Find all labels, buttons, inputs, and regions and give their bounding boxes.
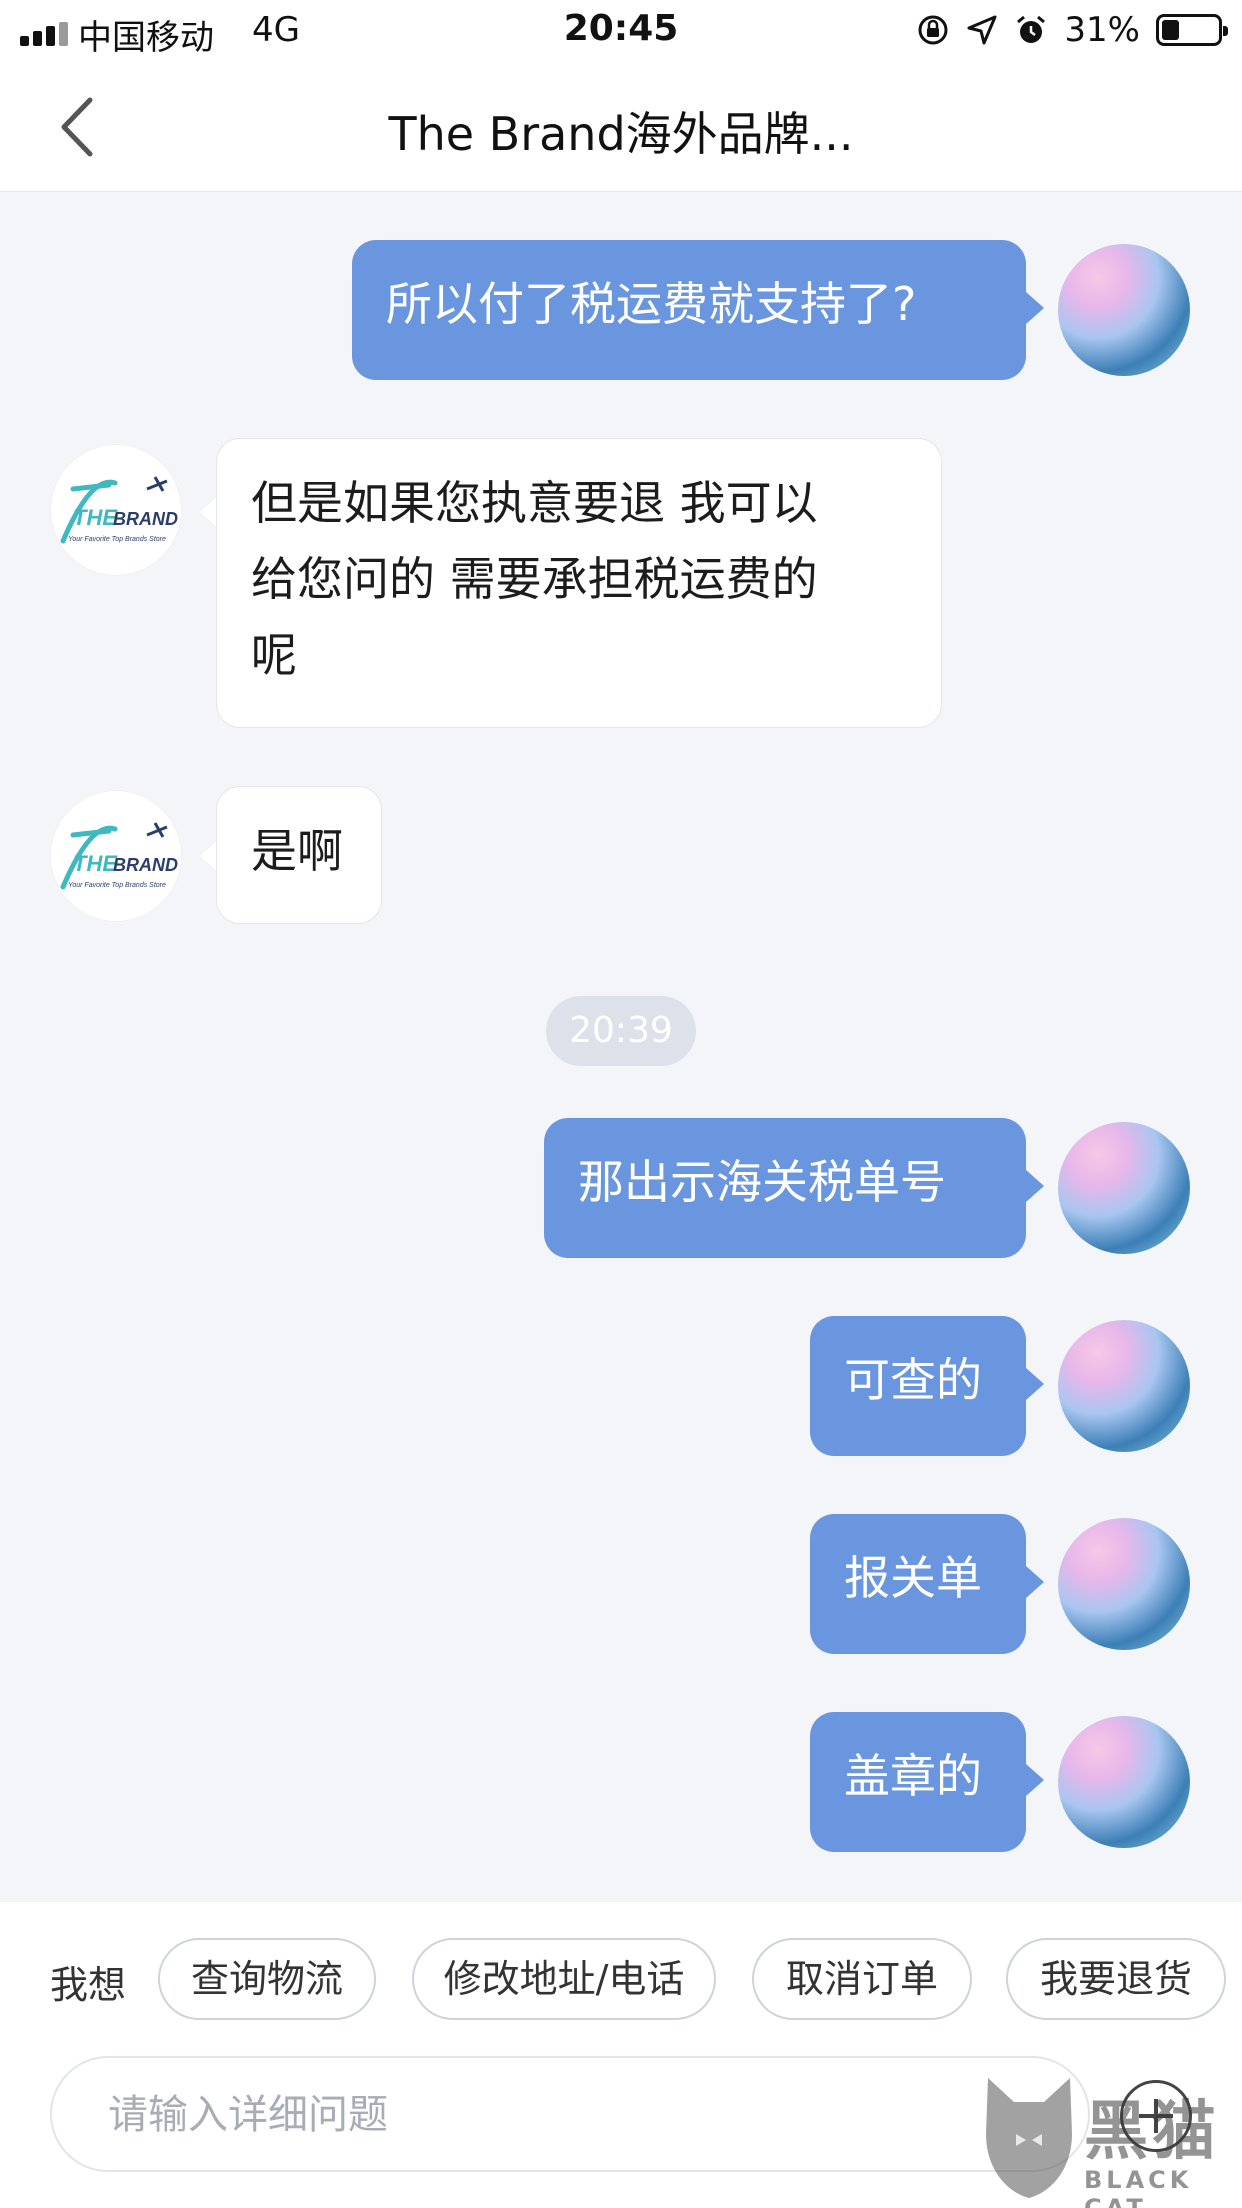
shop-avatar[interactable]: THE BRAND Your Favorite Top Brands Store [50, 444, 182, 576]
status-icons: 31% [916, 10, 1228, 50]
incoming-message[interactable]: 但是如果您执意要退 我可以 给您问的 需要承担税运费的 呢 [216, 438, 942, 728]
shop-logo-icon: THEBRAND Your Favorite Top Brands Store [60, 822, 178, 890]
quick-reply-edit-address[interactable]: 修改地址/电话 [412, 1938, 716, 2020]
outgoing-message[interactable]: 盖章的 [810, 1712, 1026, 1852]
battery-icon [1156, 14, 1228, 46]
timestamp: 20:39 [546, 996, 696, 1066]
quick-reply-track-logistics[interactable]: 查询物流 [158, 1938, 376, 2020]
user-avatar[interactable] [1058, 1122, 1190, 1254]
svg-text:THE: THE [73, 505, 118, 530]
svg-text:THE: THE [73, 851, 118, 876]
watermark-text: 黑猫 [1084, 2095, 1220, 2169]
user-avatar[interactable] [1058, 1716, 1190, 1848]
incoming-message[interactable]: 是啊 [216, 786, 382, 924]
watermark-subtext: BLACK CAT [1084, 2166, 1193, 2208]
location-icon [967, 15, 997, 45]
bubble-tail [1026, 1764, 1044, 1796]
message-text: 那出示海关税单号 [578, 1155, 946, 1209]
user-avatar[interactable] [1058, 244, 1190, 376]
shop-avatar[interactable]: THE BRAND Your Favorite Top Brands Store [50, 790, 182, 922]
outgoing-message[interactable]: 报关单 [810, 1514, 1026, 1654]
bubble-tail [1026, 1566, 1044, 1598]
black-cat-logo-icon [986, 2078, 1072, 2198]
bubble-tail [1026, 1368, 1044, 1400]
svg-text:Your Favorite Top Brands Store: Your Favorite Top Brands Store [68, 882, 166, 889]
message-line: 但是如果您执意要退 我可以 [251, 476, 818, 530]
svg-text:BRAND: BRAND [113, 509, 178, 529]
user-avatar[interactable] [1058, 1518, 1190, 1650]
bubble-tail [1026, 1170, 1044, 1202]
outgoing-message[interactable]: 可查的 [810, 1316, 1026, 1456]
battery-level [1162, 20, 1179, 40]
message-line: 呢 [251, 628, 297, 682]
message-line: 给您问的 需要承担税运费的 [251, 552, 818, 606]
quick-reply-return[interactable]: 我要退货 [1006, 1938, 1226, 2020]
message-text: 报关单 [844, 1551, 982, 1605]
nav-bar: The Brand海外品牌... [0, 62, 1242, 192]
chat-title: The Brand海外品牌... [388, 107, 854, 161]
message-text: 所以付了税运费就支持了? [386, 277, 917, 331]
quick-reply-cancel-order[interactable]: 取消订单 [752, 1938, 972, 2020]
alarm-icon [1017, 15, 1046, 43]
message-input[interactable] [108, 2084, 1008, 2146]
battery-percent: 31% [1064, 10, 1140, 50]
svg-text:Your Favorite Top Brands Store: Your Favorite Top Brands Store [68, 536, 166, 543]
shop-logo-icon: THEBRAND Your Favorite Top Brands Store [60, 476, 178, 544]
message-text: 可查的 [844, 1353, 982, 1407]
user-avatar[interactable] [1058, 1320, 1190, 1452]
status-bar: 中国移动 4G 20:45 31% [0, 0, 1242, 62]
orientation-lock-icon [918, 15, 948, 45]
message-text: 是啊 [251, 824, 343, 878]
svg-text:BRAND: BRAND [113, 855, 178, 875]
message-input-wrapper [50, 2056, 1090, 2172]
bubble-tail [1026, 292, 1044, 324]
outgoing-message[interactable]: 所以付了税运费就支持了? [352, 240, 1026, 380]
outgoing-message[interactable]: 那出示海关税单号 [544, 1118, 1026, 1258]
watermark: 黑猫 BLACK CAT [972, 2068, 1242, 2208]
quick-reply-label: 我想 [50, 1963, 127, 2007]
message-text: 盖章的 [844, 1749, 982, 1803]
